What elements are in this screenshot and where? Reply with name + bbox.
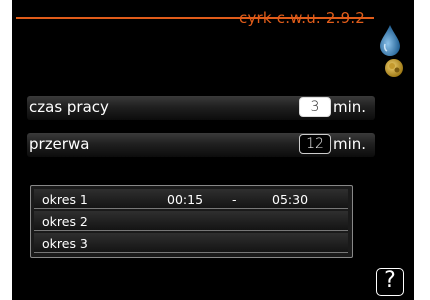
sun-mode-icon: [385, 59, 403, 77]
setting-row-czas-pracy[interactable]: czas pracy 3 min.: [27, 96, 375, 120]
periods-table: okres 1 00:15 - 05:30 okres 2 okres 3: [30, 185, 353, 258]
page-title: cyrk c.w.u. 2.9.2: [239, 9, 366, 27]
water-drop-icon: [380, 25, 400, 56]
period-label: okres 1: [42, 192, 88, 207]
period-separator: -: [232, 192, 237, 207]
period-row-2[interactable]: okres 2: [34, 211, 348, 231]
setting-unit: min.: [333, 98, 367, 116]
help-button[interactable]: ?: [376, 268, 404, 296]
setting-row-przerwa[interactable]: przerwa 12 min.: [27, 133, 375, 157]
period-end-time[interactable]: 05:30: [272, 192, 308, 207]
display-screen: cyrk c.w.u. 2.9.2 czas pracy 3 min. prze…: [12, 0, 414, 300]
setting-label: czas pracy: [29, 98, 109, 116]
period-row-3[interactable]: okres 3: [34, 233, 348, 253]
setting-label: przerwa: [29, 135, 90, 153]
period-start-time[interactable]: 00:15: [167, 192, 203, 207]
czas-pracy-value-field[interactable]: 3: [299, 97, 331, 117]
period-label: okres 3: [42, 236, 88, 251]
period-label: okres 2: [42, 214, 88, 229]
setting-unit: min.: [333, 135, 367, 153]
period-row-1[interactable]: okres 1 00:15 - 05:30: [34, 189, 348, 209]
przerwa-value-field[interactable]: 12: [299, 134, 331, 154]
